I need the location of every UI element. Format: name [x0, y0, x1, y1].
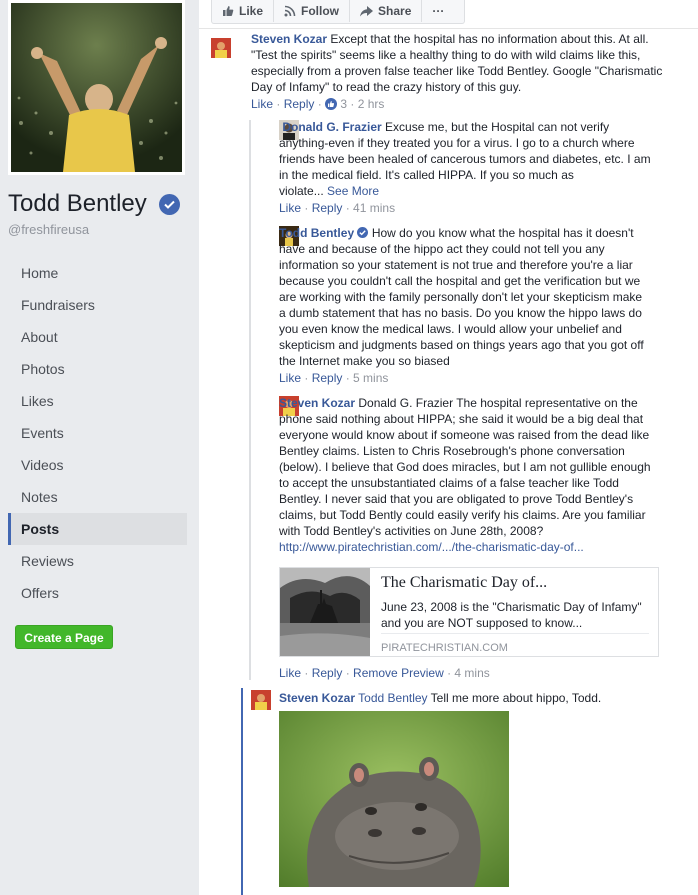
comment-time[interactable]: 2 hrs [358, 97, 385, 111]
nav-about[interactable]: About [8, 321, 187, 353]
follow-button[interactable]: Follow [274, 0, 351, 22]
nav-notes[interactable]: Notes [8, 481, 187, 513]
follow-label: Follow [301, 4, 340, 18]
share-arrow-icon [360, 5, 374, 16]
like-reaction-icon [325, 98, 338, 110]
comment-author[interactable]: Steven Kozar [251, 32, 327, 46]
comment-author[interactable]: Todd Bentley [279, 226, 354, 240]
comment-text-line: Bentley claims. Listen to Chris Rosebrou… [279, 444, 625, 458]
comment-text-line: Day of Infamy" to read the crazy history… [251, 80, 522, 94]
link-preview-description: June 23, 2008 is the "Charismatic Day of… [381, 600, 642, 630]
comment-text-line: "Test the spirits" seems like a healthy … [251, 48, 641, 62]
active-reply-rail [241, 688, 243, 895]
comment-text-line: Excuse me, but the Hospital can not veri… [385, 120, 610, 134]
comment-text-line: a dumb statement that has no basis. Do y… [279, 306, 642, 320]
comment-like-link[interactable]: Like [279, 371, 301, 385]
post-comments-panel: Like Follow Share ··· Steven Kozar Excep… [199, 0, 698, 895]
shared-url-link[interactable]: http://www.piratechristian.com/.../the-c… [279, 540, 584, 554]
comment-text: Tell me more about hippo, Todd. [430, 691, 602, 705]
comment-text-line: are working with the family personally d… [279, 290, 643, 304]
reaction-count[interactable]: 3 [340, 97, 347, 111]
comment-text-line: to accept the unsubstantiated claims of … [279, 476, 619, 490]
more-options-button[interactable]: ··· [422, 0, 454, 22]
nav-fundraisers[interactable]: Fundraisers [8, 289, 187, 321]
comment-text-line: the Internet make you so biased [279, 354, 450, 368]
hippo-photo[interactable] [279, 711, 509, 887]
comment-reply-link[interactable]: Reply [284, 97, 315, 111]
nav-posts[interactable]: Posts [8, 513, 187, 545]
see-more-link[interactable]: See More [327, 184, 379, 198]
rss-icon [284, 5, 296, 17]
verified-badge-icon [357, 227, 369, 238]
page-action-bar: Like Follow Share ··· [211, 0, 465, 24]
comment-mention[interactable]: Donald G. Frazier [358, 396, 453, 410]
link-preview-card[interactable]: The Charismatic Day of... June 23, 2008 … [279, 567, 659, 657]
divider [199, 28, 698, 29]
comment-text-line: because you couldn't call the hospital a… [279, 274, 641, 288]
nav-offers[interactable]: Offers [8, 577, 187, 609]
more-dots-icon: ··· [432, 4, 445, 18]
comment-text-line: The hospital representative on the [456, 396, 638, 410]
avatar-steven-kozar[interactable] [211, 38, 231, 58]
comment-text-line: Except that the hospital has no informat… [330, 32, 649, 46]
comment-reply-link[interactable]: Reply [312, 371, 343, 385]
nav-photos[interactable]: Photos [8, 353, 187, 385]
like-label: Like [239, 4, 264, 18]
comment-like-link[interactable]: Like [279, 666, 301, 680]
link-preview-title[interactable]: The Charismatic Day of... [381, 574, 547, 592]
create-page-button[interactable]: Create a Page [15, 625, 113, 649]
page-name[interactable]: Todd Bentley [8, 190, 147, 218]
comment-reply-link[interactable]: Reply [312, 666, 343, 680]
share-button[interactable]: Share [350, 0, 423, 22]
page-handle[interactable]: @freshfireusa [8, 222, 89, 237]
comment-like-link[interactable]: Like [251, 97, 273, 111]
nav-events[interactable]: Events [8, 417, 187, 449]
comment-reply-link[interactable]: Reply [312, 201, 343, 215]
comment-time[interactable]: 41 mins [353, 201, 395, 215]
nav-videos[interactable]: Videos [8, 449, 187, 481]
comment-text-line: friends have been healed of cancerous tu… [279, 152, 651, 166]
comment-text-line: How do you know what the hospital has it… [371, 226, 634, 240]
left-sidebar: Todd Bentley @freshfireusa Home Fundrais… [0, 0, 200, 895]
comment-text-line: with Todd Bentley's activities on June 2… [279, 524, 544, 538]
nav-likes[interactable]: Likes [8, 385, 187, 417]
profile-photo[interactable] [8, 0, 185, 175]
comment-text-line: claims, but Todd Bently could easily ver… [279, 508, 646, 522]
comment-text-line: skepticism and judgments based on things… [279, 338, 644, 352]
comment-text-line: have and because of the hippo act they c… [279, 242, 605, 256]
comment-time[interactable]: 5 mins [353, 371, 388, 385]
link-preview-thumbnail[interactable] [280, 568, 370, 656]
nav-reviews[interactable]: Reviews [8, 545, 187, 577]
like-page-button[interactable]: Like [212, 0, 275, 22]
thumbs-up-icon [223, 6, 234, 16]
verified-badge-icon [159, 194, 180, 215]
comment-author[interactable]: Steven Kozar [279, 691, 355, 705]
link-preview-domain: PIRATECHRISTIAN.COM [381, 642, 508, 654]
comment-text-line: information so your statement is not tru… [279, 258, 633, 272]
reply-thread-rail [249, 120, 251, 680]
comment-text-line: Bentley. I never said that you are oblig… [279, 492, 634, 506]
comment-text-line: especially from a proven false teacher l… [251, 64, 663, 78]
comment-text-line: (below). I believe that God does miracle… [279, 460, 651, 474]
comment-text-line: you even know the medical laws. I would … [279, 322, 622, 336]
comment-text-line: phone said nothing about HIPPA; she said… [279, 412, 644, 426]
nav-home[interactable]: Home [8, 257, 187, 289]
comment-author[interactable]: Donald G. Frazier [282, 120, 381, 134]
page-nav: Home Fundraisers About Photos Likes Even… [8, 257, 187, 609]
share-label: Share [378, 4, 412, 18]
remove-preview-link[interactable]: Remove Preview [353, 666, 444, 680]
avatar-steven-kozar[interactable] [251, 690, 271, 710]
comment-time[interactable]: 4 mins [454, 666, 489, 680]
comment-text-line: violate... [279, 184, 324, 198]
comment-like-link[interactable]: Like [279, 201, 301, 215]
divider [381, 633, 649, 634]
comment-author[interactable]: Steven Kozar [279, 396, 355, 410]
comment-text-line: everyone would know about if someone was… [279, 428, 650, 442]
comment-text-line: anything-even if they treated you for a … [279, 136, 635, 150]
comment-mention[interactable]: Todd Bentley [358, 691, 427, 705]
comment-text-line: in the medical field. It's called HIPPA.… [279, 168, 574, 182]
